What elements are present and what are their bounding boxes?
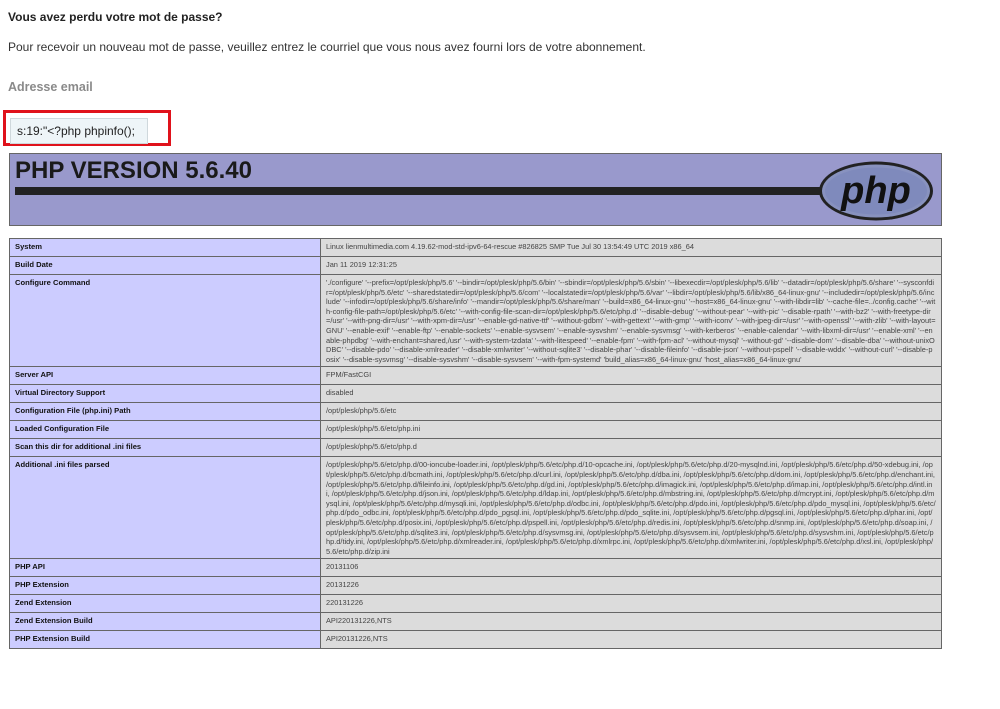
- row-key: Configure Command: [9, 273, 321, 368]
- email-input[interactable]: [10, 118, 148, 144]
- row-value: Jan 11 2019 12:31:25: [320, 256, 942, 275]
- row-key: PHP Extension: [9, 576, 321, 596]
- row-key: Server API: [9, 366, 321, 386]
- row-key: Configuration File (php.ini) Path: [9, 402, 321, 422]
- php-logo-text: php: [840, 170, 911, 212]
- table-row: PHP Extension Build API20131226,NTS: [9, 630, 942, 650]
- header-divider-bar: [15, 187, 825, 195]
- table-row: Configure Command './configure' '--prefix…: [9, 273, 942, 368]
- phpinfo-table: System Linux lienmultimedia.com 4.19.62-m…: [9, 238, 942, 650]
- row-value: Linux lienmultimedia.com 4.19.62-mod-std…: [320, 238, 942, 257]
- row-value: /opt/plesk/php/5.6/etc/php.d/00-ioncube-…: [320, 456, 942, 560]
- email-label: Adresse email: [8, 80, 93, 94]
- table-row: PHP Extension 20131226: [9, 576, 942, 596]
- row-key: Zend Extension Build: [9, 612, 321, 632]
- table-row: PHP API 20131106: [9, 558, 942, 578]
- row-key: Loaded Configuration File: [9, 420, 321, 440]
- php-version-title: PHP VERSION 5.6.40: [15, 157, 252, 184]
- table-row: Scan this dir for additional .ini files /…: [9, 438, 942, 458]
- row-value: /opt/plesk/php/5.6/etc/php.ini: [320, 420, 942, 440]
- table-row: Virtual Directory Support disabled: [9, 384, 942, 404]
- table-row: Server API FPM/FastCGI: [9, 366, 942, 386]
- page-title: Vous avez perdu votre mot de passe?: [8, 10, 223, 24]
- row-value: API20131226,NTS: [320, 630, 942, 650]
- row-key: Virtual Directory Support: [9, 384, 321, 404]
- row-value: 20131226: [320, 576, 942, 596]
- row-key: Zend Extension: [9, 594, 321, 614]
- row-value: 20131106: [320, 558, 942, 578]
- row-value: 220131226: [320, 594, 942, 614]
- table-row: Additional .ini files parsed/opt/plesk/p…: [9, 456, 942, 560]
- row-value: './configure' '--prefix=/opt/plesk/php/5…: [320, 273, 942, 368]
- table-row: Configuration File (php.ini) Path/opt/pl…: [9, 402, 942, 422]
- row-key: Build Date: [9, 256, 321, 275]
- table-row: System Linux lienmultimedia.com 4.19.62-m…: [9, 238, 942, 257]
- table-row: Zend Extension 220131226: [9, 594, 942, 614]
- row-key: System: [9, 238, 321, 257]
- row-value: FPM/FastCGI: [320, 366, 942, 386]
- intro-text: Pour recevoir un nouveau mot de passe, v…: [8, 40, 646, 54]
- row-value: /opt/plesk/php/5.6/etc: [320, 402, 942, 422]
- row-key: PHP API: [9, 558, 321, 578]
- row-value: API220131226,NTS: [320, 612, 942, 632]
- phpinfo-header: PHP VERSION 5.6.40 php: [9, 153, 942, 226]
- table-row: Zend Extension Build API220131226,NTS: [9, 612, 942, 632]
- row-key: PHP Extension Build: [9, 630, 321, 650]
- php-logo: php: [819, 161, 933, 221]
- table-row: Build Date Jan 11 2019 12:31:25: [9, 256, 942, 275]
- row-key: Scan this dir for additional .ini files: [9, 438, 321, 458]
- row-value: disabled: [320, 384, 942, 404]
- row-key: Additional .ini files parsed: [9, 456, 321, 560]
- table-row: Loaded Configuration File/opt/plesk/php/…: [9, 420, 942, 440]
- row-value: /opt/plesk/php/5.6/etc/php.d: [320, 438, 942, 458]
